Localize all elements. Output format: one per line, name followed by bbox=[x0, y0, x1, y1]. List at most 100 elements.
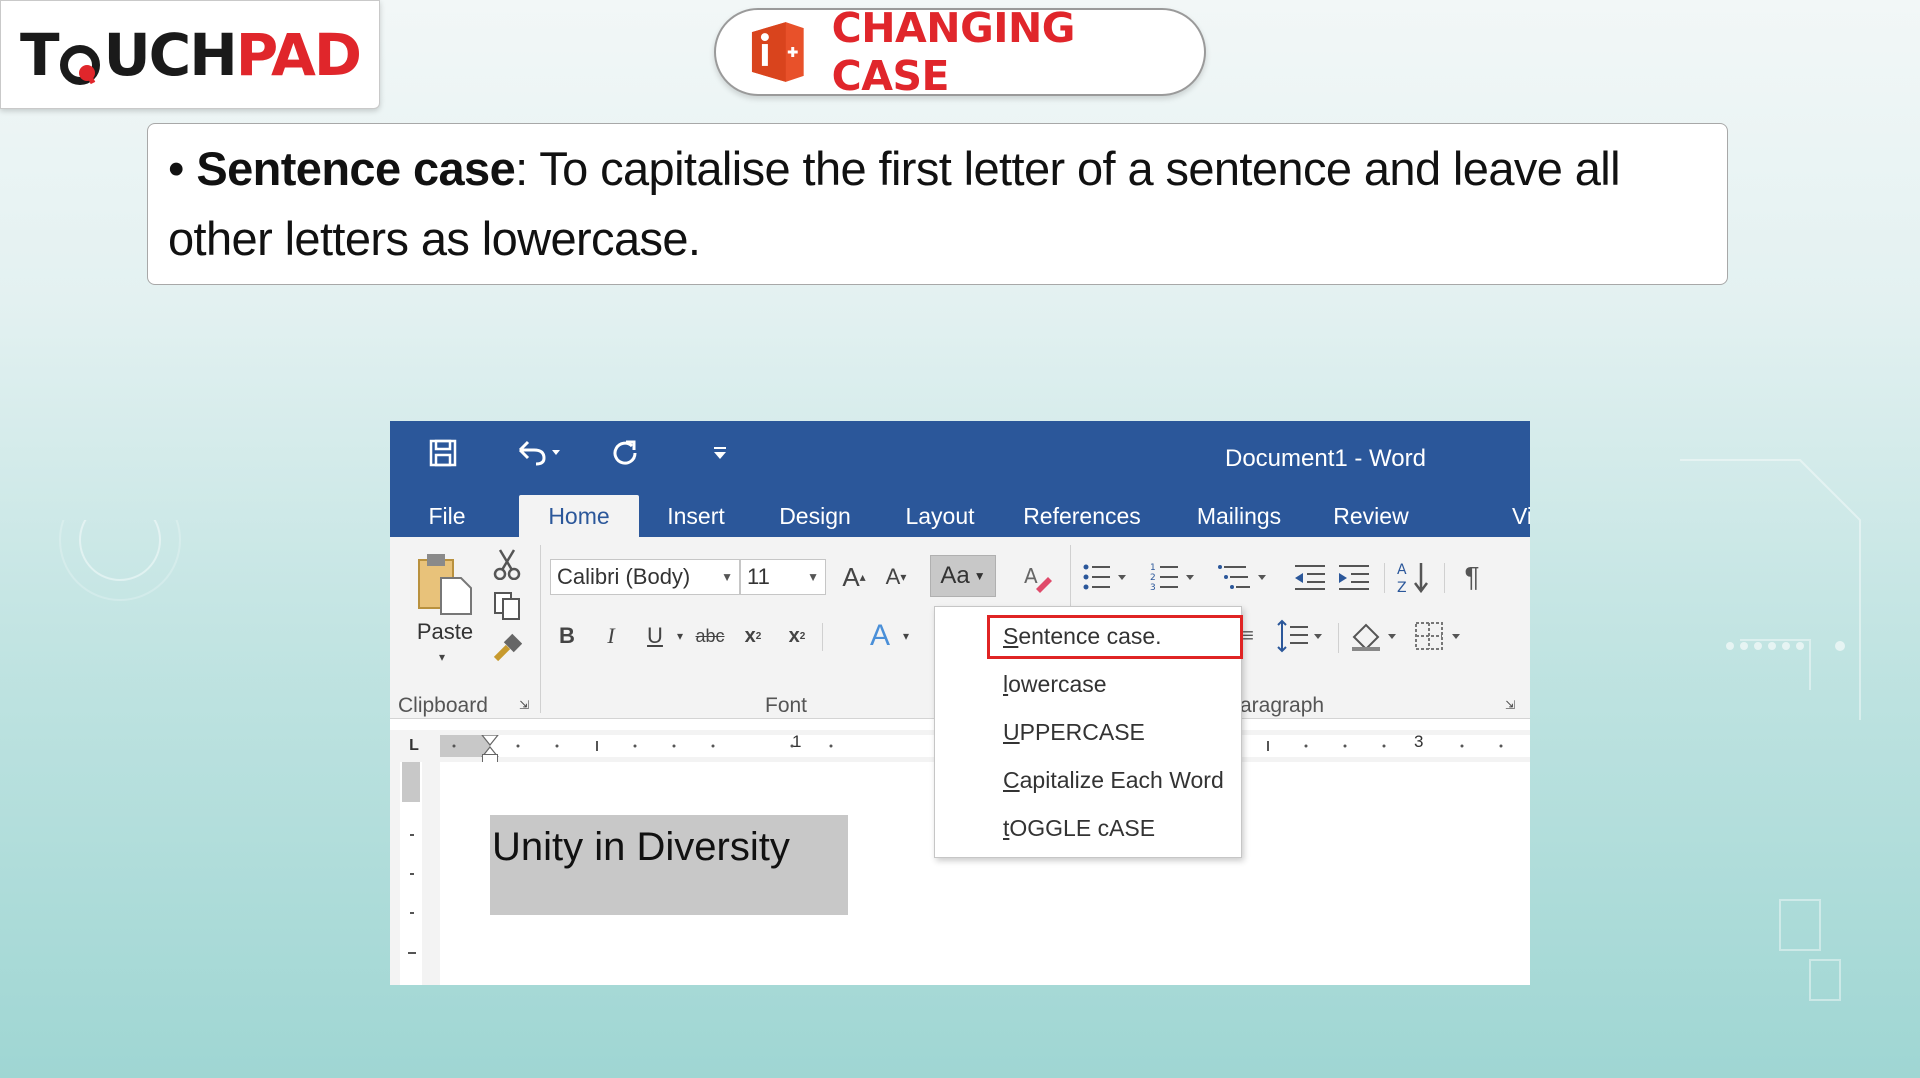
menu-item-capitalize-access-key: C bbox=[1003, 767, 1020, 793]
svg-text:3: 3 bbox=[1150, 583, 1156, 592]
text-effects-icon[interactable]: A bbox=[860, 617, 900, 655]
line-spacing-icon[interactable] bbox=[1274, 617, 1328, 655]
document-title: Document1 - Word bbox=[1225, 445, 1426, 472]
menu-item-sentence-case-label: entence case. bbox=[1018, 623, 1162, 649]
font-size-dropdown-icon[interactable]: ▼ bbox=[807, 560, 819, 594]
svg-text:1: 1 bbox=[1150, 563, 1156, 573]
svg-text:A: A bbox=[1397, 562, 1407, 578]
paste-dropdown-icon[interactable]: ▾ bbox=[432, 649, 452, 665]
format-painter-icon[interactable] bbox=[490, 631, 524, 665]
superscript-button[interactable]: x2 bbox=[780, 619, 814, 653]
font-size-combo[interactable]: 11 ▼ bbox=[740, 559, 826, 595]
circuit-decoration-right bbox=[1680, 459, 1861, 1001]
font-size-value: 11 bbox=[747, 564, 770, 589]
paste-label[interactable]: Paste bbox=[410, 617, 480, 647]
cut-icon[interactable] bbox=[490, 547, 524, 581]
clipboard-group-label: Clipboard bbox=[398, 694, 488, 717]
tab-file[interactable]: File bbox=[402, 495, 492, 537]
italic-button[interactable]: I bbox=[594, 619, 628, 653]
multilevel-list-icon[interactable] bbox=[1216, 559, 1270, 595]
font-name-combo[interactable]: Calibri (Body) ▼ bbox=[550, 559, 740, 595]
definition-box: • Sentence case: To capitalise the first… bbox=[147, 123, 1728, 285]
title-text: CHANGING CASE bbox=[831, 4, 1076, 100]
tab-design[interactable]: Design bbox=[760, 495, 870, 537]
undo-icon[interactable] bbox=[514, 433, 562, 473]
customize-qat-icon[interactable] bbox=[712, 433, 728, 473]
shrink-font-icon[interactable]: A ▾ bbox=[878, 559, 914, 595]
change-case-label: Aa bbox=[940, 562, 970, 589]
separator bbox=[822, 623, 823, 651]
tab-view[interactable]: Vi bbox=[1502, 495, 1530, 537]
borders-icon[interactable] bbox=[1410, 617, 1468, 655]
tab-insert[interactable]: Insert bbox=[646, 495, 746, 537]
menu-item-sentence-case[interactable]: Sentence case. bbox=[1003, 623, 1162, 650]
menu-item-toggle-case-label: OGGLE cASE bbox=[1009, 815, 1156, 841]
strikethrough-button[interactable]: abc bbox=[690, 619, 730, 653]
menu-item-uppercase[interactable]: UPPERCASE bbox=[1003, 719, 1145, 746]
underline-button[interactable]: U bbox=[638, 619, 672, 653]
logo-o-icon bbox=[59, 33, 103, 85]
grow-font-icon[interactable]: A ▴ bbox=[836, 559, 872, 595]
menu-item-toggle-case[interactable]: tOGGLE cASE bbox=[1003, 815, 1155, 842]
save-icon[interactable] bbox=[428, 433, 458, 473]
touchpad-logo: T UCH PAD bbox=[0, 0, 380, 109]
font-name-value: Calibri (Body) bbox=[557, 564, 691, 589]
vertical-ruler bbox=[390, 762, 440, 985]
definition-term: Sentence case bbox=[196, 142, 516, 195]
office-info-icon bbox=[751, 22, 804, 82]
sort-icon[interactable]: AZ bbox=[1394, 557, 1434, 597]
title-bar: Document1 - Word File Home Insert Design… bbox=[390, 421, 1530, 537]
separator bbox=[1384, 563, 1385, 593]
bullets-icon[interactable] bbox=[1080, 559, 1130, 595]
subscript-button[interactable]: x2 bbox=[736, 619, 770, 653]
clipboard-launcher-icon[interactable]: ⇲ bbox=[516, 697, 532, 713]
numbering-icon[interactable]: 123 bbox=[1148, 559, 1198, 595]
menu-item-lowercase[interactable]: lowercase bbox=[1003, 671, 1107, 698]
logo-text-t: T bbox=[20, 20, 60, 89]
selected-document-text[interactable]: Unity in Diversity bbox=[490, 815, 848, 915]
shading-icon[interactable] bbox=[1346, 617, 1404, 655]
menu-item-uppercase-label: PPERCASE bbox=[1019, 719, 1145, 745]
ribbon-tabs: File Home Insert Design Layout Reference… bbox=[390, 495, 1530, 537]
decrease-indent-icon[interactable] bbox=[1290, 559, 1330, 595]
separator bbox=[1444, 563, 1445, 593]
tab-mailings[interactable]: Mailings bbox=[1174, 495, 1304, 537]
logo-text-uch: UCH bbox=[103, 20, 238, 89]
change-case-menu: Sentence case. lowercase UPPERCASE Capit… bbox=[934, 606, 1243, 858]
text-effects-dropdown-icon[interactable]: ▾ bbox=[898, 619, 914, 653]
menu-item-sentence-case-access-key: S bbox=[1003, 623, 1019, 649]
change-case-dropdown-icon: ▼ bbox=[973, 569, 986, 583]
menu-item-capitalize-label: apitalize Each Word bbox=[1019, 767, 1224, 793]
separator bbox=[1338, 623, 1339, 653]
copy-icon[interactable] bbox=[490, 589, 524, 623]
separator bbox=[540, 545, 541, 713]
menu-item-lowercase-label: owercase bbox=[1008, 671, 1107, 697]
bold-button[interactable]: B bbox=[550, 619, 584, 653]
tab-home[interactable]: Home bbox=[519, 495, 639, 537]
increase-indent-icon[interactable] bbox=[1334, 559, 1374, 595]
paragraph-group-label: aragraph bbox=[1240, 694, 1325, 717]
svg-text:Z: Z bbox=[1397, 580, 1407, 595]
ruler-mark-1: 1 bbox=[792, 732, 802, 751]
show-formatting-marks-icon[interactable]: ¶ bbox=[1454, 559, 1490, 595]
menu-item-capitalize-each-word[interactable]: Capitalize Each Word bbox=[1003, 767, 1224, 794]
svg-text:A: A bbox=[1024, 564, 1038, 588]
definition-text: • Sentence case: To capitalise the first… bbox=[168, 134, 1707, 274]
paragraph-launcher-icon[interactable]: ⇲ bbox=[1502, 697, 1518, 713]
font-name-dropdown-icon[interactable]: ▼ bbox=[721, 560, 733, 594]
underline-dropdown-icon[interactable]: ▾ bbox=[672, 619, 688, 653]
vertical-ruler-ticks bbox=[408, 834, 416, 954]
tab-references[interactable]: References bbox=[1002, 495, 1162, 537]
font-group-label: Font bbox=[765, 694, 808, 717]
tab-selector[interactable]: L bbox=[402, 734, 426, 758]
circuit-decoration-left bbox=[59, 520, 181, 601]
change-case-button[interactable]: Aa ▼ bbox=[930, 555, 996, 597]
slide-title: CHANGING CASE bbox=[714, 4, 1206, 100]
svg-text:2: 2 bbox=[1150, 573, 1156, 583]
paste-icon[interactable] bbox=[414, 551, 476, 617]
redo-icon[interactable] bbox=[610, 433, 640, 473]
tab-layout[interactable]: Layout bbox=[890, 495, 990, 537]
tab-review[interactable]: Review bbox=[1316, 495, 1426, 537]
bullet: • bbox=[168, 142, 184, 195]
clear-formatting-icon[interactable]: A bbox=[1020, 559, 1056, 595]
